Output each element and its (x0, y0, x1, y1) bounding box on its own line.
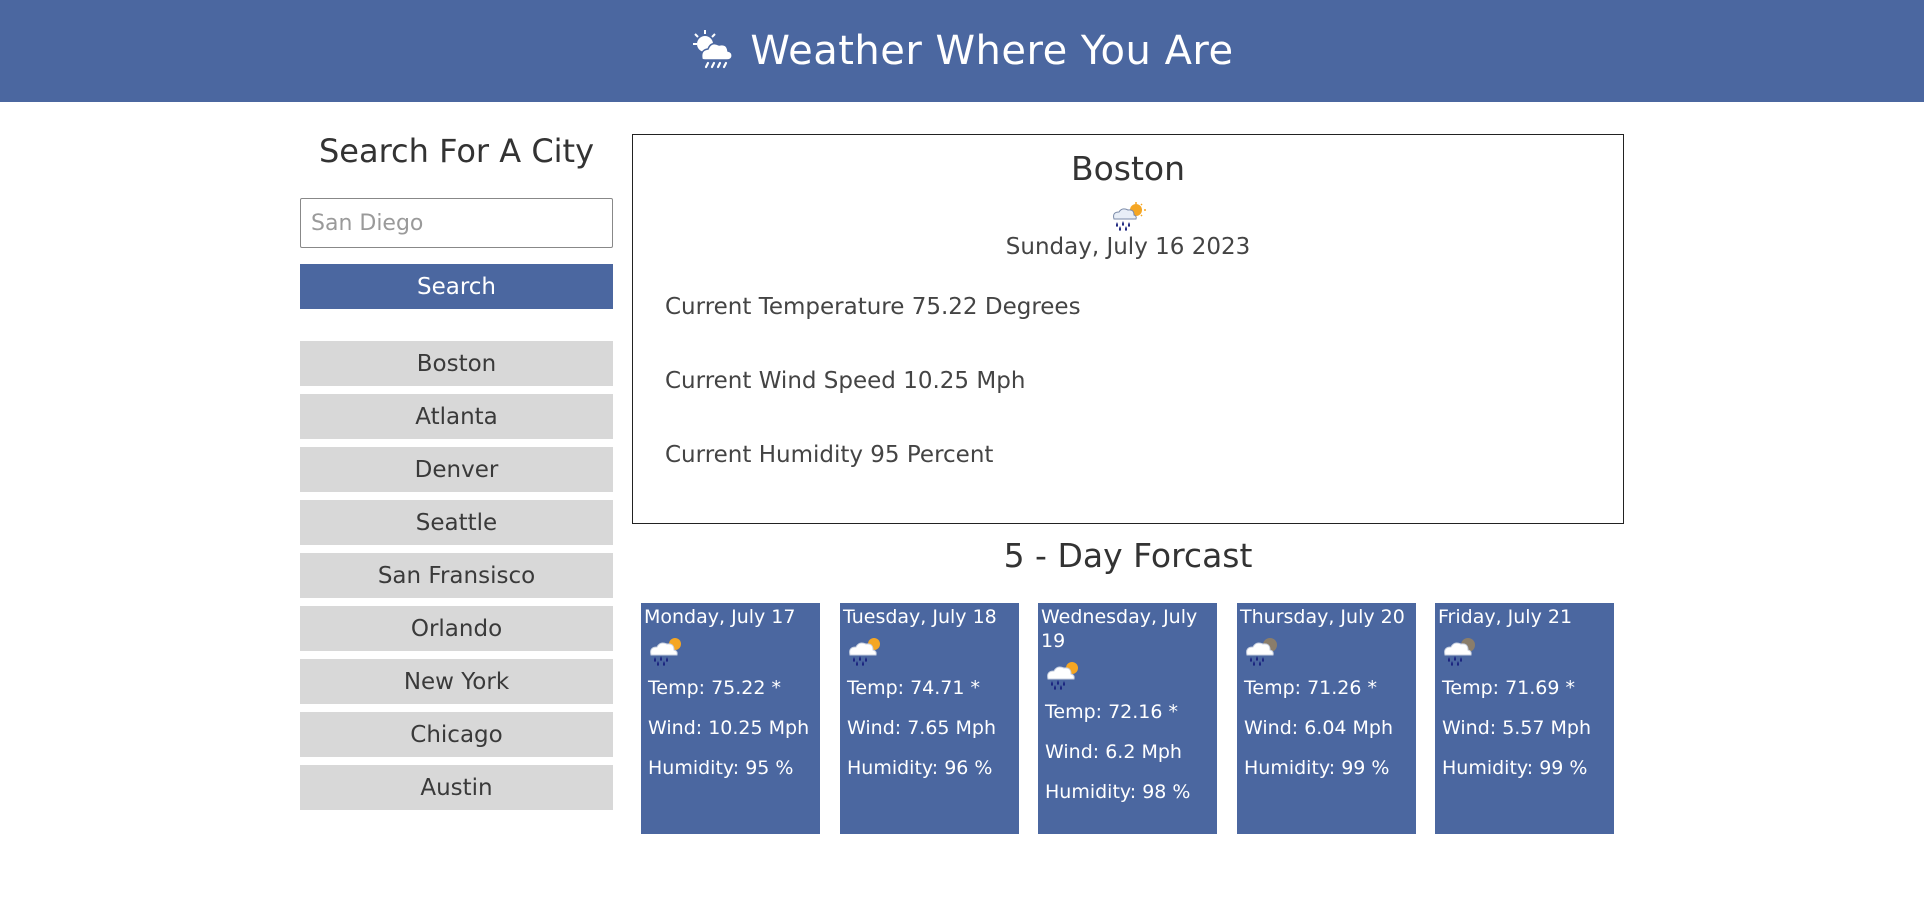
city-search-input[interactable] (300, 198, 613, 248)
forecast-card-friday: Friday, July 21 Temp: 71.69 * Wind: 5.57… (1435, 603, 1614, 834)
forecast-humidity: Humidity: 96 % (847, 757, 993, 779)
forecast-date: Thursday, July 20 (1240, 606, 1405, 628)
forecast-temp: Temp: 74.71 * (847, 677, 981, 699)
search-heading: Search For A City (318, 132, 595, 170)
forecast-card-monday: Monday, July 17 Temp: 75.22 * Wind: 10.2… (641, 603, 820, 834)
app-title: Weather Where You Are (750, 28, 1234, 74)
cloud-sun-rain-icon (690, 29, 734, 73)
city-button-san-fransisco[interactable]: San Fransisco (300, 553, 613, 598)
city-button-orlando[interactable]: Orlando (300, 606, 613, 651)
city-history-list: Boston Atlanta Denver Seattle San Fransi… (300, 341, 613, 810)
rain-sun-icon (647, 635, 818, 671)
forecast-wind: Wind: 6.2 Mph (1045, 741, 1182, 763)
forecast-wind: Wind: 5.57 Mph (1442, 717, 1592, 739)
forecast-wind: Wind: 10.25 Mph (648, 717, 810, 739)
forecast-date: Tuesday, July 18 (843, 606, 997, 628)
search-button[interactable]: Search (300, 264, 613, 309)
current-humidity: Current Humidity 95 Percent (665, 442, 994, 468)
current-weather-card: Boston Sunday, July 16 2023 Current Temp… (632, 134, 1624, 524)
forecast-list: Monday, July 17 Temp: 75.22 * Wind: 10.2… (641, 603, 1616, 834)
forecast-temp: Temp: 71.26 * (1244, 677, 1378, 699)
forecast-wind: Wind: 7.65 Mph (847, 717, 997, 739)
forecast-card-tuesday: Tuesday, July 18 Temp: 74.71 * Wind: 7.6… (840, 603, 1019, 834)
city-button-new-york[interactable]: New York (300, 659, 613, 704)
city-button-austin[interactable]: Austin (300, 765, 613, 810)
current-wind-speed: Current Wind Speed 10.25 Mph (665, 368, 1026, 394)
forecast-card-wednesday: Wednesday, July 19 Temp: 72.16 * Wind: 6… (1038, 603, 1217, 834)
forecast-date: Friday, July 21 (1438, 606, 1573, 628)
rain-cloud-icon (1441, 635, 1612, 671)
current-temperature: Current Temperature 75.22 Degrees (665, 294, 1081, 320)
forecast-temp: Temp: 71.69 * (1442, 677, 1576, 699)
rain-sun-icon (633, 202, 1623, 232)
city-button-chicago[interactable]: Chicago (300, 712, 613, 757)
city-button-boston[interactable]: Boston (300, 341, 613, 386)
forecast-date: Wednesday, July 19 (1041, 606, 1198, 652)
forecast-card-thursday: Thursday, July 20 Temp: 71.26 * Wind: 6.… (1237, 603, 1416, 834)
rain-sun-icon (1044, 659, 1215, 695)
current-date: Sunday, July 16 2023 (1005, 234, 1251, 260)
header-inner: Weather Where You Are (690, 28, 1233, 74)
current-city-name: Boston (1070, 149, 1186, 188)
search-panel: Search For A City Search Boston Atlanta … (300, 132, 613, 818)
forecast-heading: 5 - Day Forcast (1003, 536, 1253, 575)
forecast-wind: Wind: 6.04 Mph (1244, 717, 1394, 739)
forecast-temp: Temp: 75.22 * (648, 677, 782, 699)
city-button-denver[interactable]: Denver (300, 447, 613, 492)
forecast-humidity: Humidity: 99 % (1244, 757, 1390, 779)
forecast-humidity: Humidity: 95 % (648, 757, 794, 779)
forecast-humidity: Humidity: 98 % (1045, 781, 1191, 803)
city-button-seattle[interactable]: Seattle (300, 500, 613, 545)
rain-sun-icon (846, 635, 1017, 671)
city-button-atlanta[interactable]: Atlanta (300, 394, 613, 439)
rain-cloud-icon (1243, 635, 1414, 671)
forecast-humidity: Humidity: 99 % (1442, 757, 1588, 779)
forecast-temp: Temp: 72.16 * (1045, 701, 1179, 723)
forecast-date: Monday, July 17 (644, 606, 796, 628)
app-header: Weather Where You Are (0, 0, 1924, 102)
